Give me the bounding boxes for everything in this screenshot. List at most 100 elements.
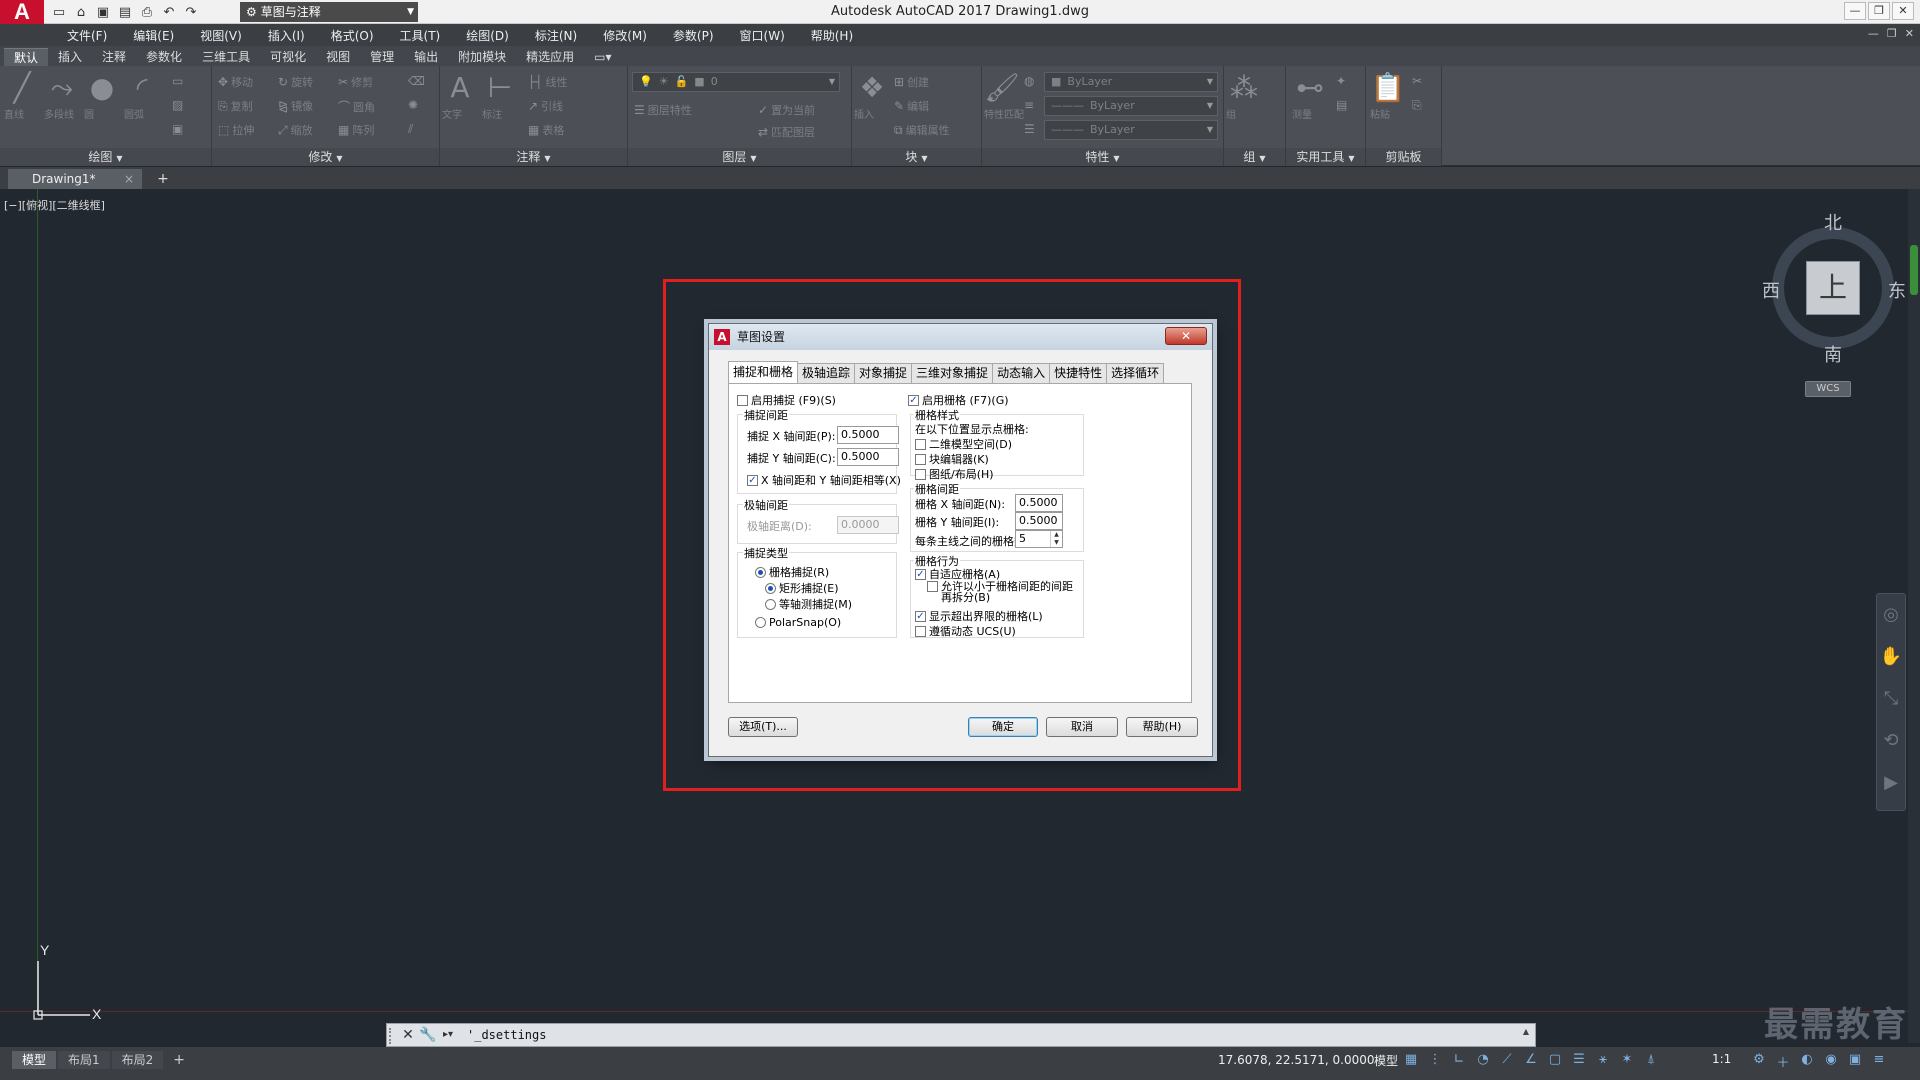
chevron-up-icon[interactable]: ▲ (1523, 1027, 1529, 1036)
ribbon-tab-default[interactable]: 默认 (4, 48, 49, 66)
grid-display-icon[interactable]: ▦ (1404, 1052, 1418, 1067)
lineweight-toggle-icon[interactable]: ☰ (1572, 1052, 1586, 1067)
zoom-extents-icon[interactable]: ⤡ (1877, 678, 1905, 720)
isodraft-icon[interactable]: ⟋ (1500, 1052, 1514, 1067)
coordinate-readout[interactable]: 17.6078, 22.5171, 0.0000 (1218, 1053, 1375, 1067)
ribbon-toggle-icon[interactable]: ▭▾ (584, 48, 621, 66)
offset-icon[interactable]: ⫽ (408, 122, 413, 137)
snap-mode-icon[interactable]: ⋮ (1428, 1052, 1442, 1067)
panel-annotation-title[interactable]: 注释 ▼ (440, 148, 627, 166)
doc-restore-icon[interactable]: ❐ (1887, 27, 1897, 40)
line-tool[interactable]: ╱ 直线 (4, 70, 40, 121)
panel-utilities-title[interactable]: 实用工具 ▼ (1286, 148, 1365, 166)
close-icon[interactable]: ✕ (399, 1026, 417, 1044)
vertical-scrollbar[interactable] (1908, 189, 1920, 1043)
stepper-arrows-icon[interactable]: ▲ ▼ (1050, 531, 1062, 547)
ribbon-tab-featured[interactable]: 精选应用 (516, 48, 584, 66)
menu-edit[interactable]: 编辑(E) (120, 27, 187, 44)
display-beyond-limits-checkbox[interactable]: ✓ 显示超出界限的栅格(L) (915, 608, 1043, 624)
insert-block-tool[interactable]: ❖ 插入 (854, 70, 890, 121)
layout-tab-layout1[interactable]: 布局1 (58, 1051, 110, 1069)
leader-tool[interactable]: ↗ 引线 (528, 98, 563, 114)
edit-attributes-tool[interactable]: ⧉ 编辑属性 (894, 122, 950, 138)
major-line-stepper[interactable]: 5 ▲ ▼ (1015, 530, 1063, 548)
layer-dropdown[interactable]: 💡 ☀ 🔓 ■ 0 ▼ (632, 72, 840, 92)
menu-draw[interactable]: 绘图(D) (453, 27, 522, 44)
rectangular-snap-radio[interactable]: 矩形捕捉(E) (765, 580, 839, 596)
grid-2d-model-checkbox[interactable]: 二维模型空间(D) (915, 436, 1012, 452)
viewcube-top-face[interactable]: 上 (1806, 261, 1860, 315)
ortho-icon[interactable]: ∟ (1452, 1052, 1466, 1067)
menu-format[interactable]: 格式(O) (318, 27, 387, 44)
polar-tracking-icon[interactable]: ◔ (1476, 1052, 1490, 1067)
restore-button[interactable]: ❐ (1868, 2, 1890, 20)
copy-clip-icon[interactable]: ⎘ (1412, 98, 1422, 113)
scale-tool[interactable]: ⤢ 缩放 (278, 122, 313, 138)
grid-x-input[interactable]: 0.5000 (1015, 494, 1063, 512)
file-tab-drawing1[interactable]: Drawing1* × (8, 169, 142, 189)
mirror-tool[interactable]: ⧎ 镜像 (278, 98, 313, 114)
snap-x-input[interactable]: 0.5000 (837, 426, 899, 444)
rotate-tool[interactable]: ↻ 旋转 (278, 74, 313, 90)
object-snap-tracking-icon[interactable]: ∠ (1524, 1052, 1538, 1067)
trim-tool[interactable]: ✂ 修剪 (338, 74, 373, 90)
linetype-icon[interactable]: ≡ (1024, 98, 1034, 112)
menu-parametric[interactable]: 参数(P) (660, 27, 727, 44)
clean-screen-icon[interactable]: ▣ (1848, 1052, 1862, 1071)
panel-block-title[interactable]: 块 ▼ (852, 148, 981, 166)
snap-on-checkbox[interactable]: 启用捕捉 (F9)(S) (737, 392, 836, 408)
options-button[interactable]: 选项(T)... (728, 717, 798, 737)
tab-object-snap[interactable]: 对象捕捉 (854, 363, 913, 383)
ok-button[interactable]: 确定 (968, 717, 1038, 737)
ribbon-tab-addins[interactable]: 附加模块 (448, 48, 516, 66)
compass-east[interactable]: 东 (1888, 277, 1906, 303)
move-tool[interactable]: ✥ 移动 (218, 74, 253, 90)
doc-minimize-icon[interactable]: — (1868, 27, 1879, 40)
set-current-tool[interactable]: ✓ 置为当前 (758, 102, 815, 118)
model-space-button[interactable]: 模型 (1374, 1052, 1398, 1069)
linetype-dropdown[interactable]: ——— ByLayer ▼ (1044, 96, 1218, 116)
panel-clipboard-title[interactable]: 剪贴板 (1366, 148, 1441, 166)
panel-draw-title[interactable]: 绘图 ▼ (0, 148, 211, 166)
point-icon[interactable]: ✦ (1336, 74, 1346, 88)
viewcube[interactable]: 上 北 南 西 东 WCS (1760, 209, 1920, 397)
tab-snap-grid[interactable]: 捕捉和栅格 (728, 361, 799, 383)
showmotion-icon[interactable]: ▶ (1877, 762, 1905, 804)
hardware-acceleration-icon[interactable]: ◉ (1824, 1052, 1838, 1071)
region-icon[interactable]: ▣ (172, 122, 183, 136)
dimension-tool[interactable]: ⊢ 标注 (482, 70, 518, 121)
match-layer-tool[interactable]: ⇄ 匹配图层 (758, 124, 815, 140)
ribbon-tab-3d-tools[interactable]: 三维工具 (192, 48, 260, 66)
save-as-icon[interactable]: ▤ (116, 3, 134, 21)
menu-window[interactable]: 窗口(W) (727, 27, 798, 44)
minimize-button[interactable]: — (1844, 2, 1866, 20)
isolate-objects-icon[interactable]: ◐ (1800, 1052, 1814, 1071)
polyline-tool[interactable]: ⤳ 多段线 (44, 70, 80, 121)
grid-on-checkbox[interactable]: ✓ 启用栅格 (F7)(G) (908, 392, 1009, 408)
cut-icon[interactable]: ✂ (1412, 74, 1422, 88)
equal-spacing-checkbox[interactable]: ✓ X 轴间距和 Y 轴间距相等(X) (747, 472, 901, 488)
measure-tool[interactable]: ⊷ 测量 (1292, 70, 1328, 121)
ribbon-tab-visualize[interactable]: 可视化 (260, 48, 316, 66)
new-file-icon[interactable]: ▭ (50, 3, 68, 21)
cancel-button[interactable]: 取消 (1046, 717, 1118, 737)
grid-block-editor-checkbox[interactable]: 块编辑器(K) (915, 451, 989, 467)
grid-snap-radio[interactable]: 栅格捕捉(R) (755, 564, 829, 580)
polarsnap-radio[interactable]: PolarSnap(O) (755, 616, 841, 629)
color-wheel-icon[interactable]: ◍ (1024, 74, 1034, 88)
erase-icon[interactable]: ⌫ (408, 74, 425, 88)
ribbon-tab-insert[interactable]: 插入 (48, 48, 92, 66)
compass-west[interactable]: 西 (1762, 277, 1780, 303)
wrench-icon[interactable]: 🔧 (419, 1026, 437, 1044)
dialog-title-bar[interactable]: A 草图设置 ✕ (709, 324, 1212, 350)
compass-south[interactable]: 南 (1824, 341, 1842, 367)
tab-dynamic-input[interactable]: 动态输入 (992, 363, 1051, 383)
explode-icon[interactable]: ✺ (408, 98, 418, 112)
layout-tab-layout2[interactable]: 布局2 (111, 1051, 164, 1069)
command-input[interactable]: '_dsettings (467, 1027, 546, 1043)
grid-y-input[interactable]: 0.5000 (1015, 512, 1063, 530)
arc-tool[interactable]: ◜ 圆弧 (124, 70, 160, 121)
menu-file[interactable]: 文件(F) (54, 27, 120, 44)
pan-icon[interactable]: ✋ (1877, 636, 1905, 678)
save-icon[interactable]: ▣ (94, 3, 112, 21)
